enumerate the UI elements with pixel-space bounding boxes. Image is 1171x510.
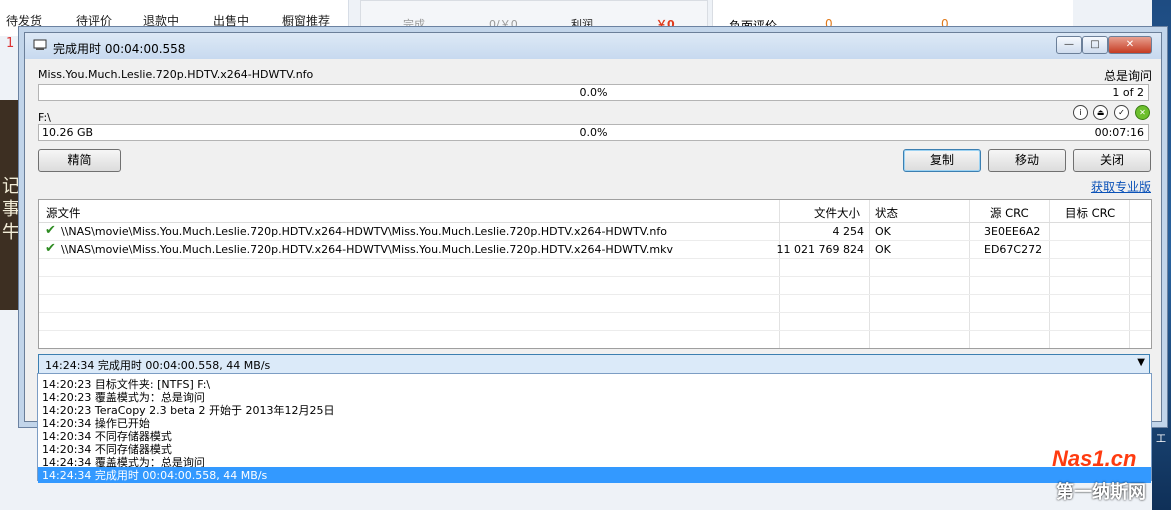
target-drive: F:\ [38, 111, 51, 124]
tab-pending-review[interactable]: 待评价 [76, 12, 112, 29]
log-dropdown-value: 14:24:34 完成用时 00:04:00.558, 44 MB/s [45, 359, 271, 372]
file-counter: 1 of 2 [1112, 86, 1144, 99]
header-size[interactable]: 文件大小 [814, 205, 860, 221]
file-progress-text: 0.0% [579, 86, 608, 99]
done-value: 0/￥0 [489, 18, 518, 31]
profit-label: 利润 [571, 18, 593, 31]
overwrite-mode-link[interactable]: 总是询问 [1104, 67, 1152, 84]
brief-button[interactable]: 精简 [38, 149, 121, 172]
total-progress-text: 0.0% [579, 126, 608, 139]
check-icon[interactable]: ✓ [1114, 105, 1129, 120]
app-icon [33, 39, 47, 50]
row-src-crc: ED67C272 [984, 243, 1043, 256]
rating-panel: 负面评价 0 0 [712, 0, 1073, 36]
row-status: OK [875, 225, 891, 238]
move-button[interactable]: 移动 [988, 149, 1066, 172]
check-icon: ✔ [45, 241, 56, 256]
watermark-site: 第一纳斯网 [1056, 482, 1146, 502]
info-icon[interactable]: i [1073, 105, 1088, 120]
row-path: \\NAS\movie\Miss.You.Much.Leslie.720p.HD… [61, 243, 673, 256]
close-button[interactable]: 关闭 [1073, 149, 1151, 172]
negative-review-value-2: 0 [941, 17, 949, 31]
header-status[interactable]: 状态 [875, 205, 898, 221]
tab-refunding[interactable]: 退款中 [143, 12, 179, 29]
eject-icon[interactable]: ⏏ [1093, 105, 1108, 120]
table-row-empty [39, 259, 1151, 277]
row-status: OK [875, 243, 891, 256]
tab-pending-ship[interactable]: 待发货 [6, 12, 42, 29]
check-icon: ✔ [45, 223, 56, 238]
remaining-time: 00:07:16 [1094, 126, 1144, 139]
row-size: 4 254 [832, 225, 865, 238]
header-dst-crc[interactable]: 目标 CRC [1065, 205, 1115, 221]
watermark: Nas1.cn 第一纳斯网 [1052, 446, 1146, 502]
cancel-icon[interactable]: ✕ [1135, 105, 1150, 120]
banner-char-3: 牛 [2, 222, 20, 243]
left-banner: 记 事 牛 [0, 100, 25, 310]
current-file-name: Miss.You.Much.Leslie.720p.HDTV.x264-HDWT… [38, 68, 314, 81]
tab-on-sale[interactable]: 出售中 [213, 12, 249, 29]
copy-button[interactable]: 复制 [903, 149, 981, 172]
row-number: 1 [6, 36, 15, 51]
maximize-button[interactable]: □ [1082, 36, 1108, 54]
done-label: 完成 [403, 18, 425, 31]
close-window-button[interactable]: ✕ [1108, 36, 1152, 54]
header-src-crc[interactable]: 源 CRC [990, 205, 1029, 221]
row-path: \\NAS\movie\Miss.You.Much.Leslie.720p.HD… [61, 225, 667, 238]
row-size: 11 021 769 824 [776, 243, 864, 256]
file-table: 源文件 文件大小 状态 源 CRC 目标 CRC ✔ \\NAS\movie\M… [38, 199, 1152, 349]
desk-label-5: 工 [1156, 434, 1166, 445]
total-progress-bar: 10.26 GB 0.0% 00:07:16 [38, 124, 1149, 141]
row-src-crc: 3E0EE6A2 [984, 225, 1041, 238]
chevron-down-icon[interactable]: ▼ [1137, 357, 1145, 368]
log-list[interactable]: 14:20:23 目标文件夹: [NTFS] F:\ 14:20:23 覆盖模式… [37, 373, 1152, 483]
log-dropdown[interactable]: 14:24:34 完成用时 00:04:00.558, 44 MB/s ▼ [38, 354, 1150, 374]
window-title: 完成用时 00:04:00.558 [53, 42, 186, 56]
tab-showcase[interactable]: 橱窗推荐 [282, 12, 330, 29]
profit-value: ￥0 [656, 18, 675, 31]
table-row-empty [39, 295, 1151, 313]
title-bar[interactable]: 完成用时 00:04:00.558 — □ ✕ [25, 33, 1161, 59]
negative-review-value-1: 0 [825, 17, 833, 31]
header-source[interactable]: 源文件 [46, 205, 81, 221]
table-row[interactable]: ✔ \\NAS\movie\Miss.You.Much.Leslie.720p.… [39, 241, 1151, 259]
table-header: 源文件 文件大小 状态 源 CRC 目标 CRC [39, 200, 1151, 223]
minimize-button[interactable]: — [1056, 36, 1082, 54]
watermark-logo: Nas1.cn [1052, 446, 1137, 471]
table-row-empty [39, 313, 1151, 331]
file-progress-bar: 0.0% 1 of 2 [38, 84, 1149, 101]
log-line-selected[interactable]: 14:24:34 完成用时 00:04:00.558, 44 MB/s [38, 467, 1151, 483]
table-row[interactable]: ✔ \\NAS\movie\Miss.You.Much.Leslie.720p.… [39, 223, 1151, 241]
table-row-empty [39, 277, 1151, 295]
get-pro-link[interactable]: 获取专业版 [1091, 178, 1151, 195]
order-tabs: 待发货 待评价 退款中 出售中 橱窗推荐 [0, 0, 349, 36]
teracopy-window: 完成用时 00:04:00.558 — □ ✕ Miss.You.Much.Le… [24, 32, 1162, 422]
